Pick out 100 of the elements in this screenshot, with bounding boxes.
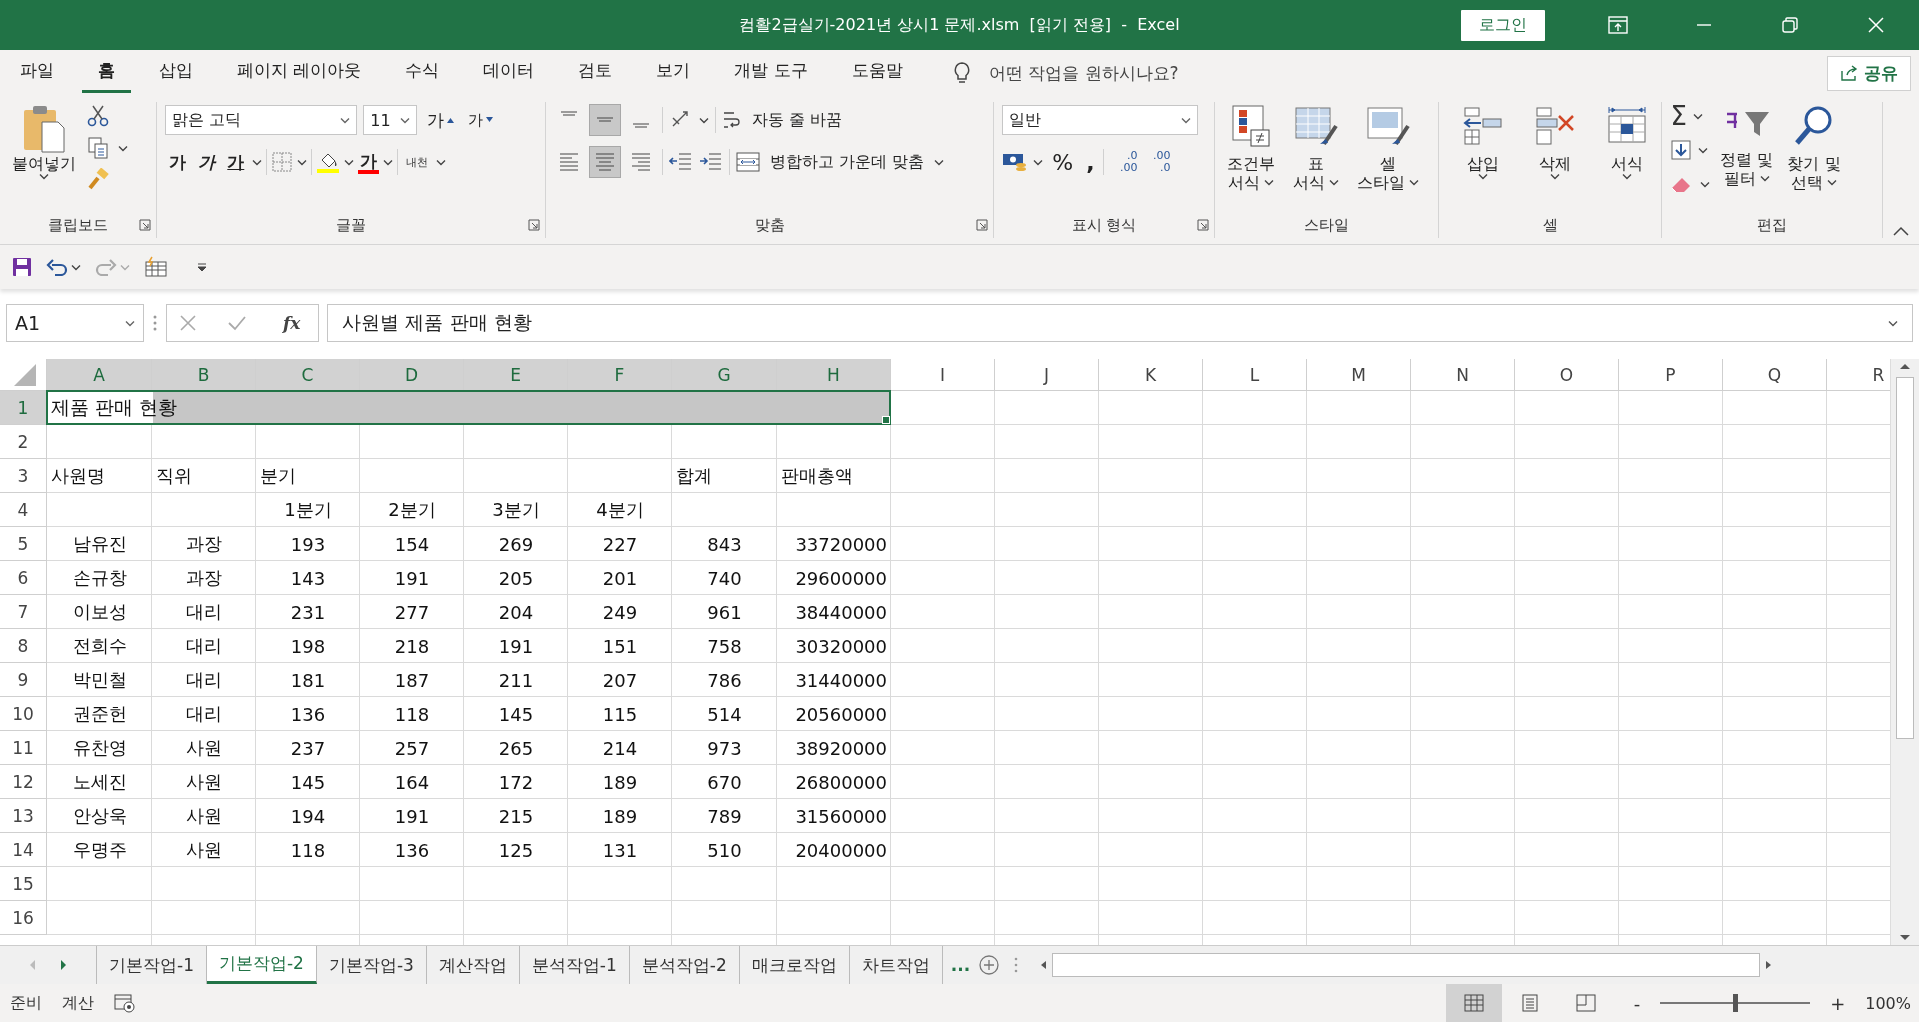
row-header[interactable]: 5 bbox=[0, 527, 47, 561]
cells-button[interactable]: 삭제 bbox=[1529, 102, 1582, 183]
save-icon[interactable] bbox=[12, 257, 32, 277]
autosum-button[interactable]: Σ bbox=[1670, 101, 1687, 131]
row-header[interactable]: 10 bbox=[0, 697, 47, 731]
column-header[interactable]: K bbox=[1099, 359, 1203, 391]
accounting-format-icon[interactable] bbox=[1002, 151, 1029, 173]
menu-tab[interactable]: 삽입 bbox=[143, 53, 209, 93]
comma-button[interactable]: , bbox=[1082, 146, 1099, 178]
copy-icon[interactable] bbox=[86, 136, 110, 160]
grow-font-button[interactable]: 가 bbox=[423, 105, 459, 135]
restore-icon[interactable] bbox=[1781, 16, 1799, 34]
customize-toolbar-icon[interactable] bbox=[196, 262, 208, 272]
sheet-tab[interactable]: 기본작업-2 bbox=[206, 946, 317, 984]
row-header[interactable]: 7 bbox=[0, 595, 47, 629]
column-header[interactable]: M bbox=[1307, 359, 1411, 391]
wrap-text-button[interactable]: 자동 줄 바꿈 bbox=[748, 106, 847, 134]
column-header[interactable]: P bbox=[1619, 359, 1723, 391]
row-header[interactable]: 15 bbox=[0, 867, 47, 901]
menu-tab[interactable]: 도움말 bbox=[835, 53, 919, 93]
split-handle-icon[interactable] bbox=[1014, 957, 1019, 973]
zoom-slider-thumb[interactable] bbox=[1733, 994, 1739, 1012]
column-header[interactable]: O bbox=[1515, 359, 1619, 391]
font-name-dropdown[interactable]: 맑은 고딕 bbox=[165, 105, 358, 135]
row-header[interactable]: 14 bbox=[0, 833, 47, 867]
enter-icon[interactable] bbox=[227, 314, 247, 332]
search-field[interactable]: 어떤 작업을 원하시나요? bbox=[988, 61, 1179, 85]
column-header[interactable]: G bbox=[672, 359, 777, 391]
menu-tab[interactable]: 수식 bbox=[389, 53, 456, 93]
column-header[interactable]: B bbox=[152, 359, 256, 391]
percent-button[interactable]: % bbox=[1048, 146, 1078, 178]
number-format-dropdown[interactable]: 일반 bbox=[1002, 105, 1199, 135]
lightbulb-icon[interactable] bbox=[952, 61, 971, 85]
menu-tab[interactable]: 개발 도구 bbox=[718, 53, 824, 93]
phonetic-guide-button[interactable]: 내천 bbox=[402, 151, 433, 173]
zoom-out-button[interactable]: - bbox=[1633, 992, 1641, 1014]
column-header[interactable]: F bbox=[568, 359, 672, 391]
zoom-level[interactable]: 100% bbox=[1865, 993, 1911, 1013]
merge-center-button[interactable]: 병합하고 가운데 맞춤 bbox=[766, 148, 929, 176]
fill-down-icon[interactable] bbox=[1670, 139, 1693, 161]
row-header[interactable]: 12 bbox=[0, 765, 47, 799]
menu-tab[interactable]: 홈 bbox=[82, 53, 131, 93]
formula-field[interactable]: 사원별 제품 판매 현황 bbox=[327, 304, 1913, 342]
ribbon-display-icon[interactable] bbox=[1608, 16, 1628, 34]
column-header[interactable]: L bbox=[1203, 359, 1307, 391]
increase-indent-icon[interactable] bbox=[699, 151, 724, 173]
form-icon[interactable] bbox=[144, 256, 168, 278]
font-size-dropdown[interactable]: 11 bbox=[363, 105, 418, 135]
row-header[interactable]: 16 bbox=[0, 901, 47, 935]
decrease-decimal-button[interactable]: .00 .0 bbox=[1142, 150, 1171, 174]
bold-button[interactable]: 가 bbox=[165, 147, 191, 177]
column-header[interactable]: J bbox=[995, 359, 1099, 391]
column-header[interactable]: A bbox=[47, 359, 152, 391]
column-header[interactable]: N bbox=[1411, 359, 1515, 391]
row-header[interactable]: 2 bbox=[0, 425, 47, 459]
cells-button[interactable]: 삽입 bbox=[1457, 102, 1510, 183]
row-header[interactable]: 4 bbox=[0, 493, 47, 527]
style-button[interactable]: 셀 스타일 bbox=[1352, 102, 1423, 195]
menu-tab[interactable]: 페이지 레이아웃 bbox=[221, 53, 378, 93]
column-header[interactable]: C bbox=[256, 359, 360, 391]
format-painter-icon[interactable] bbox=[86, 168, 110, 192]
macro-record-icon[interactable] bbox=[114, 993, 136, 1013]
row-header[interactable]: 3 bbox=[0, 459, 47, 493]
style-button[interactable]: 표 서식 bbox=[1288, 102, 1343, 195]
column-header[interactable]: E bbox=[464, 359, 568, 391]
row-header[interactable]: 9 bbox=[0, 663, 47, 697]
dialog-launcher-icon[interactable] bbox=[1196, 219, 1209, 231]
next-sheet-icon[interactable] bbox=[60, 959, 68, 971]
paste-button[interactable]: 붙여넣기 bbox=[8, 102, 80, 183]
dialog-launcher-icon[interactable] bbox=[976, 219, 989, 231]
zoom-in-button[interactable]: + bbox=[1830, 992, 1846, 1014]
row-header[interactable]: 1 bbox=[0, 391, 47, 425]
column-header[interactable]: H bbox=[777, 359, 891, 391]
font-color-button[interactable]: 가 bbox=[358, 150, 380, 174]
dialog-launcher-icon[interactable] bbox=[528, 219, 541, 231]
row-header[interactable]: 13 bbox=[0, 799, 47, 833]
row-header[interactable]: 8 bbox=[0, 629, 47, 663]
cells-button[interactable]: 서식 bbox=[1601, 102, 1654, 183]
editing-button[interactable]: 찾기 및 선택 bbox=[1783, 102, 1845, 195]
more-sheets-button[interactable]: ... bbox=[942, 946, 979, 984]
dialog-launcher-icon[interactable] bbox=[139, 219, 152, 231]
cancel-icon[interactable] bbox=[179, 314, 197, 332]
increase-decimal-button[interactable]: .0 .00 bbox=[1109, 150, 1138, 174]
italic-button[interactable]: 가 bbox=[194, 147, 220, 177]
scrollbar-thumb[interactable] bbox=[1896, 377, 1914, 739]
column-header[interactable]: I bbox=[891, 359, 995, 391]
collapse-ribbon-icon[interactable] bbox=[1893, 226, 1909, 236]
redo-icon[interactable] bbox=[95, 258, 117, 276]
row-header[interactable]: 11 bbox=[0, 731, 47, 765]
share-button[interactable]: 공유 bbox=[1827, 55, 1911, 91]
worksheet-grid[interactable] bbox=[0, 359, 1890, 945]
new-sheet-icon[interactable] bbox=[978, 954, 1001, 976]
horizontal-scrollbar[interactable] bbox=[1052, 953, 1761, 977]
undo-icon[interactable] bbox=[46, 258, 68, 276]
editing-button[interactable]: 정렬 및 필터 bbox=[1716, 102, 1778, 191]
menu-tab[interactable]: 검토 bbox=[562, 53, 629, 93]
column-header[interactable]: D bbox=[360, 359, 464, 391]
scissors-icon[interactable] bbox=[86, 104, 110, 128]
menu-tab[interactable]: 데이터 bbox=[467, 53, 551, 93]
underline-button[interactable]: 가 bbox=[223, 147, 249, 177]
